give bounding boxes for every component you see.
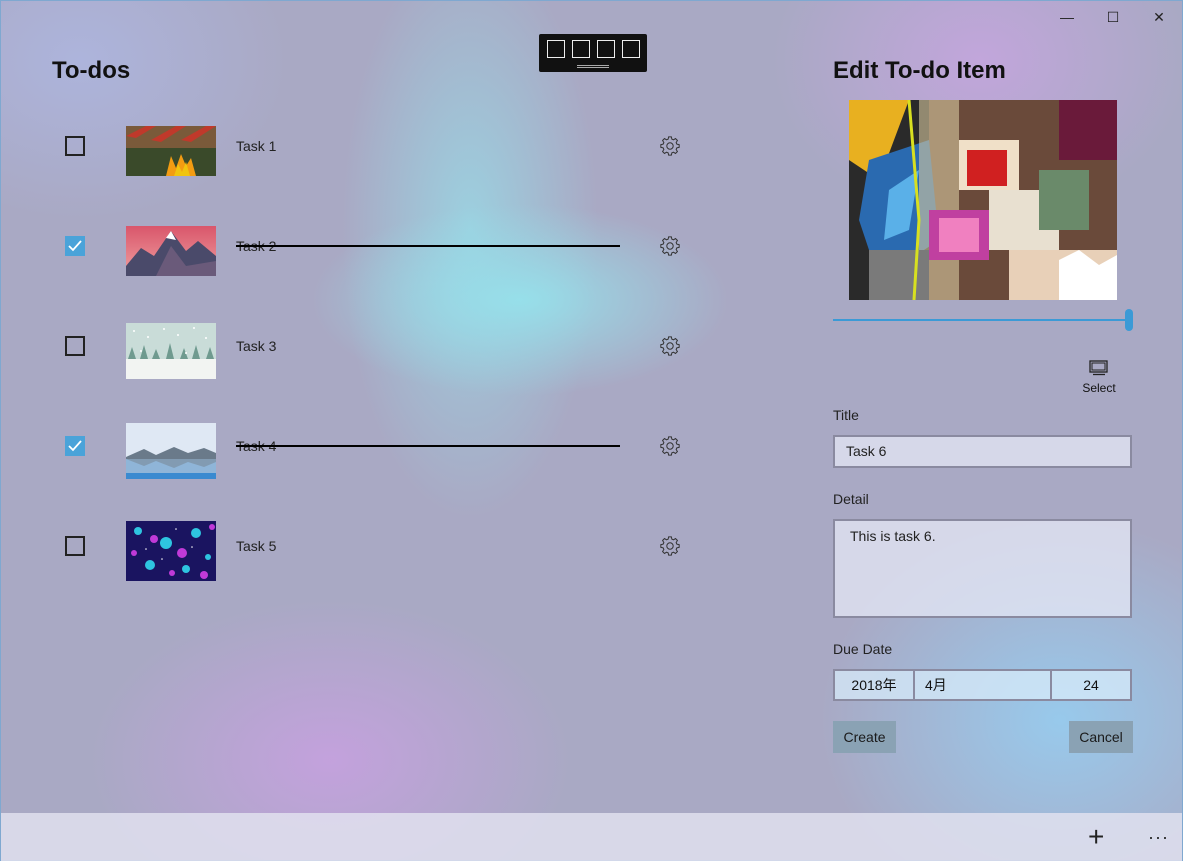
todo-item: Task 4 bbox=[52, 421, 692, 481]
create-button[interactable]: Create bbox=[833, 721, 896, 753]
image-preview bbox=[849, 100, 1117, 300]
todos-title: To-dos bbox=[52, 57, 131, 84]
gear-icon[interactable] bbox=[659, 135, 681, 157]
checkmark-icon bbox=[68, 240, 82, 252]
todo-thumbnail bbox=[126, 226, 216, 276]
detail-textarea[interactable]: This is task 6. bbox=[833, 519, 1132, 618]
todo-checkbox[interactable] bbox=[65, 336, 85, 356]
image-slider-thumb[interactable] bbox=[1125, 309, 1133, 331]
todo-thumbnail bbox=[126, 521, 216, 581]
minimize-button[interactable]: — bbox=[1044, 1, 1090, 33]
todo-item: Task 1 bbox=[52, 121, 692, 181]
toolbar-grip[interactable] bbox=[577, 65, 609, 68]
image-slider-track[interactable] bbox=[833, 319, 1131, 321]
edit-title: Edit To-do Item bbox=[833, 57, 1006, 84]
todo-checkbox[interactable] bbox=[65, 136, 85, 156]
gear-icon[interactable] bbox=[659, 435, 681, 457]
todo-checkbox[interactable] bbox=[65, 236, 85, 256]
strikethrough-line bbox=[236, 245, 620, 247]
select-icon bbox=[1089, 360, 1108, 376]
detail-label: Detail bbox=[833, 491, 869, 507]
todo-item: Task 2 bbox=[52, 221, 692, 281]
gear-icon[interactable] bbox=[659, 335, 681, 357]
todo-item: Task 3 bbox=[52, 321, 692, 381]
gear-icon[interactable] bbox=[659, 235, 681, 257]
todo-thumbnail bbox=[126, 126, 216, 176]
gear-icon[interactable] bbox=[659, 535, 681, 557]
due-year[interactable]: 2018年 bbox=[835, 671, 915, 699]
due-date-picker[interactable]: 2018年 4月 24 bbox=[833, 669, 1132, 701]
more-icon[interactable]: ··· bbox=[1148, 827, 1169, 848]
todo-checkbox[interactable] bbox=[65, 536, 85, 556]
todo-title: Task 3 bbox=[236, 338, 277, 354]
todo-checkbox[interactable] bbox=[65, 436, 85, 456]
close-button[interactable]: ✕ bbox=[1136, 1, 1182, 33]
live-tree-icon[interactable] bbox=[546, 40, 565, 58]
todo-title: Task 1 bbox=[236, 138, 277, 154]
checkmark-icon bbox=[68, 440, 82, 452]
select-label: Select bbox=[1082, 381, 1116, 395]
command-bar: + ··· bbox=[1, 813, 1182, 861]
select-image-button[interactable]: Select bbox=[1077, 359, 1121, 401]
cancel-button[interactable]: Cancel bbox=[1069, 721, 1133, 753]
maximize-button[interactable]: ☐ bbox=[1090, 1, 1136, 33]
todo-thumbnail bbox=[126, 323, 216, 379]
layout-adorner-icon[interactable] bbox=[596, 40, 615, 58]
due-day[interactable]: 24 bbox=[1052, 671, 1130, 699]
select-element-icon[interactable] bbox=[571, 40, 590, 58]
track-focus-icon[interactable] bbox=[621, 40, 640, 58]
add-icon[interactable]: + bbox=[1088, 823, 1104, 851]
strikethrough-line bbox=[236, 445, 620, 447]
due-date-label: Due Date bbox=[833, 641, 893, 657]
debug-toolbar bbox=[539, 34, 647, 72]
due-month[interactable]: 4月 bbox=[915, 671, 1052, 699]
title-input[interactable]: Task 6 bbox=[833, 435, 1132, 468]
todo-thumbnail bbox=[126, 423, 216, 479]
todo-item: Task 5 bbox=[52, 521, 692, 581]
title-label: Title bbox=[833, 407, 859, 423]
window-controls: — ☐ ✕ bbox=[1044, 1, 1182, 33]
todo-title: Task 5 bbox=[236, 538, 277, 554]
